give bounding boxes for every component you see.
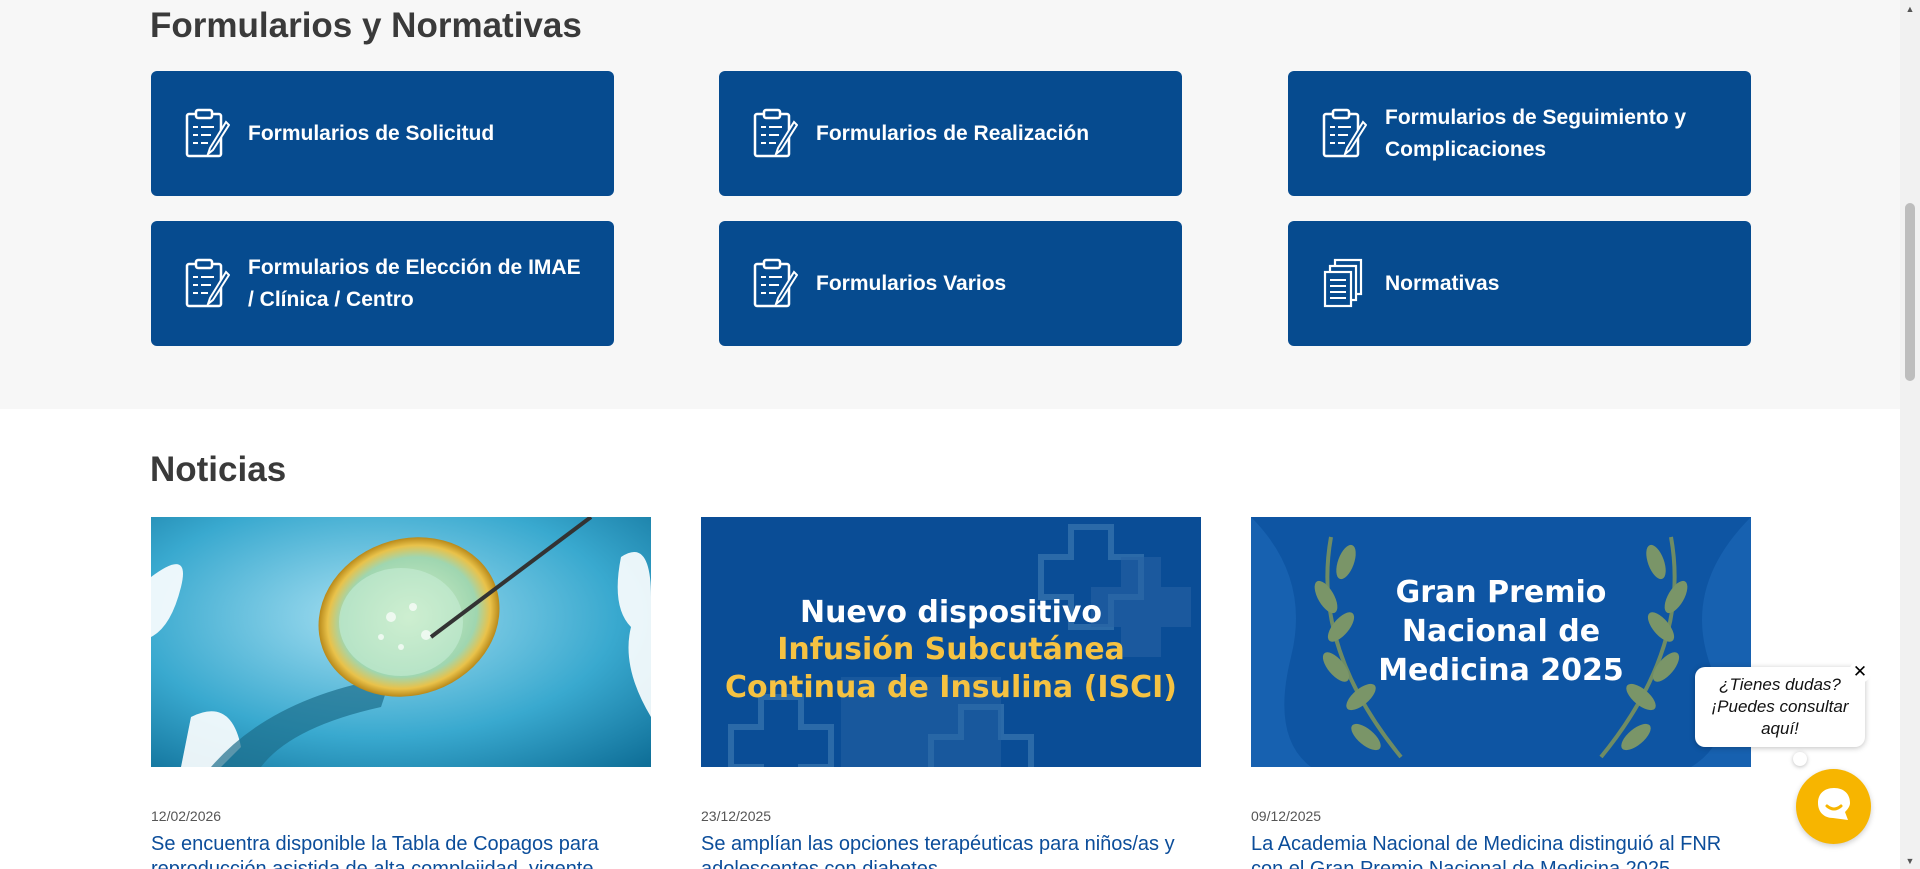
laurel-award-banner[interactable]: Gran Premio Nacional de Medicina 2025 [1251,517,1751,767]
form-card-realizacion[interactable]: Formularios de Realización [719,71,1182,196]
news-title-link[interactable]: La Academia Nacional de Medicina disting… [1251,832,1751,869]
chat-launcher-button[interactable] [1796,769,1871,844]
clipboard-icon [1321,108,1367,160]
form-card-label: Formularios de Seguimiento y Complicacio… [1385,105,1687,161]
news-section-title: Noticias [150,450,287,489]
ivf-microinjection-photo[interactable] [151,517,651,767]
form-card-seguimiento[interactable]: Formularios de Seguimiento y Complicacio… [1288,71,1751,196]
chat-bubble-tail [1793,752,1807,766]
news-section: Noticias 12/02/2026 Se encuentra disponi… [0,409,1900,869]
banner-line-1: Gran Premio [1396,575,1607,610]
news-date: 12/02/2026 [151,808,222,824]
news-card: Nuevo dispositivo Infusión Subcutánea Co… [701,517,1201,869]
news-date: 23/12/2025 [701,808,772,824]
scroll-thumb[interactable] [1905,203,1915,381]
form-card-label: Normativas [1385,271,1500,295]
form-card-label: Formularios de Elección de IMAE / Clínic… [248,255,581,311]
form-card-varios[interactable]: Formularios Varios [719,221,1182,346]
form-card-eleccion[interactable]: Formularios de Elección de IMAE / Clínic… [151,221,614,346]
banner-line-2: Infusión Subcutánea [777,632,1125,667]
news-title-link[interactable]: Se encuentra disponible la Tabla de Copa… [151,832,651,869]
chat-icon [1814,784,1854,829]
scroll-up-arrow-icon[interactable]: ▲ [1900,0,1920,17]
chat-prompt-bubble[interactable]: ¿Tienes dudas? ¡Puedes consultar aquí! [1695,667,1865,747]
clipboard-icon [184,108,230,160]
news-card: Gran Premio Nacional de Medicina 2025 09… [1251,517,1751,869]
forms-section-title: Formularios y Normativas [150,6,582,45]
news-title-link[interactable]: Se amplían las opciones terapéuticas par… [701,832,1201,869]
forms-section: Formularios y Normativas Formularios de … [0,0,1900,409]
clipboard-icon [752,108,798,160]
form-card-label: Formularios de Realización [816,121,1090,145]
banner-line-2: Nacional de [1402,614,1600,649]
clipboard-icon [752,258,798,310]
form-card-solicitud[interactable]: Formularios de Solicitud [151,71,614,196]
banner-line-3: Continua de Insulina (ISCI) [725,670,1177,705]
banner-line-3: Medicina 2025 [1378,653,1624,688]
scroll-down-arrow-icon[interactable]: ▼ [1900,852,1920,869]
form-card-label: Formularios Varios [816,271,1007,295]
close-icon[interactable]: ✕ [1849,661,1871,683]
vertical-scrollbar[interactable]: ▲ ▼ [1900,0,1920,869]
isci-device-banner[interactable]: Nuevo dispositivo Infusión Subcutánea Co… [701,517,1201,767]
form-card-normativas[interactable]: Normativas [1288,221,1751,346]
documents-stack-icon [1321,258,1367,310]
clipboard-icon [184,258,230,310]
banner-line-1: Nuevo dispositivo [800,595,1102,630]
news-date: 09/12/2025 [1251,808,1322,824]
news-card: 12/02/2026 Se encuentra disponible la Ta… [151,517,651,869]
form-card-label: Formularios de Solicitud [248,121,495,145]
